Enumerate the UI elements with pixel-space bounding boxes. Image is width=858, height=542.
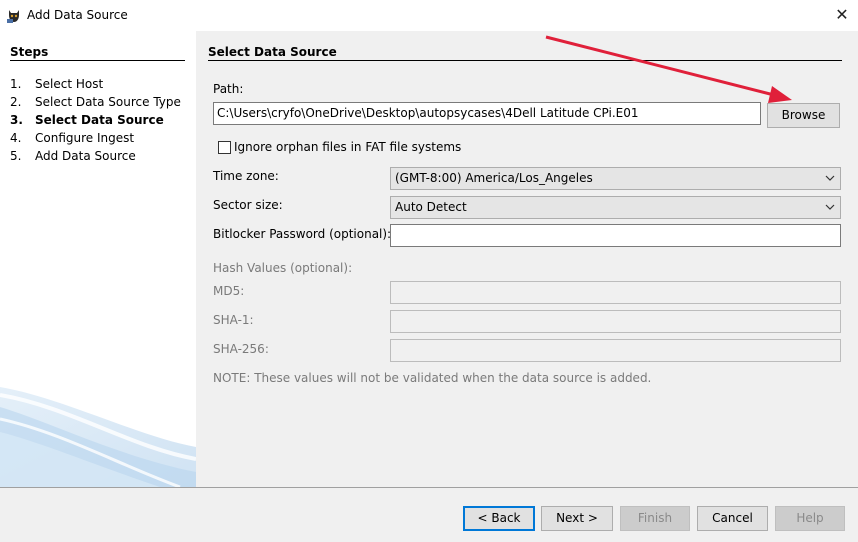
- back-button[interactable]: < Back: [463, 506, 535, 531]
- step-number: 2.: [10, 95, 22, 109]
- path-label: Path:: [213, 82, 244, 96]
- browse-button[interactable]: Browse: [767, 103, 840, 128]
- close-window-button[interactable]: ✕: [829, 4, 855, 26]
- sha256-input[interactable]: [390, 339, 841, 362]
- select-data-source-panel: Select Data Source Path: C:\Users\cryfo\…: [196, 31, 858, 487]
- finish-button[interactable]: Finish: [620, 506, 690, 531]
- decorative-swoosh-graphic: [0, 387, 196, 487]
- sha1-input[interactable]: [390, 310, 841, 333]
- step-number: 4.: [10, 131, 22, 145]
- close-icon: ✕: [835, 5, 849, 24]
- title-bar: Add Data Source ✕: [0, 0, 858, 31]
- ignore-orphan-label: Ignore orphan files in FAT file systems: [234, 140, 462, 154]
- step-label: Add Data Source: [35, 149, 136, 163]
- timezone-value: (GMT-8:00) America/Los_Angeles: [395, 171, 593, 185]
- step-label: Select Data Source: [35, 113, 164, 127]
- step-number: 5.: [10, 149, 22, 163]
- panel-title-divider: [208, 60, 842, 61]
- chevron-down-icon: [825, 204, 835, 210]
- step-item: 4. Configure Ingest: [10, 129, 181, 147]
- step-item: 2. Select Data Source Type: [10, 93, 181, 111]
- panel-title: Select Data Source: [208, 45, 337, 59]
- hash-values-label: Hash Values (optional):: [213, 261, 353, 275]
- step-item-active: 3. Select Data Source: [10, 111, 181, 129]
- timezone-label: Time zone:: [213, 169, 279, 183]
- sector-size-select[interactable]: Auto Detect: [390, 196, 841, 219]
- wizard-button-bar: < Back Next > Finish Cancel Help: [0, 488, 858, 542]
- step-item: 5. Add Data Source: [10, 147, 181, 165]
- steps-list: 1. Select Host 2. Select Data Source Type …: [10, 75, 181, 165]
- next-button[interactable]: Next >: [541, 506, 613, 531]
- steps-divider: [10, 60, 185, 61]
- sha1-label: SHA-1:: [213, 313, 254, 327]
- path-input[interactable]: C:\Users\cryfo\OneDrive\Desktop\autopsyc…: [213, 102, 761, 125]
- cancel-button[interactable]: Cancel: [697, 506, 768, 531]
- md5-label: MD5:: [213, 284, 245, 298]
- window-title: Add Data Source: [27, 8, 128, 22]
- chevron-down-icon: [825, 175, 835, 181]
- step-label: Select Host: [35, 77, 104, 91]
- md5-input[interactable]: [390, 281, 841, 304]
- steps-sidebar: Steps 1. Select Host 2. Select Data Source…: [0, 31, 196, 487]
- sha256-label: SHA-256:: [213, 342, 269, 356]
- sector-size-label: Sector size:: [213, 198, 283, 212]
- step-number: 3.: [10, 113, 23, 127]
- hash-note: NOTE: These values will not be validated…: [213, 371, 652, 385]
- bitlocker-label: Bitlocker Password (optional):: [213, 227, 392, 241]
- steps-title: Steps: [10, 45, 49, 59]
- ignore-orphan-checkbox[interactable]: [218, 141, 231, 154]
- timezone-select[interactable]: (GMT-8:00) America/Los_Angeles: [390, 167, 841, 190]
- autopsy-app-icon: [7, 10, 19, 23]
- step-number: 1.: [10, 77, 22, 91]
- bitlocker-password-input[interactable]: [390, 224, 841, 247]
- step-item: 1. Select Host: [10, 75, 181, 93]
- sector-size-value: Auto Detect: [395, 200, 467, 214]
- step-label: Configure Ingest: [35, 131, 135, 145]
- step-label: Select Data Source Type: [35, 95, 181, 109]
- help-button[interactable]: Help: [775, 506, 845, 531]
